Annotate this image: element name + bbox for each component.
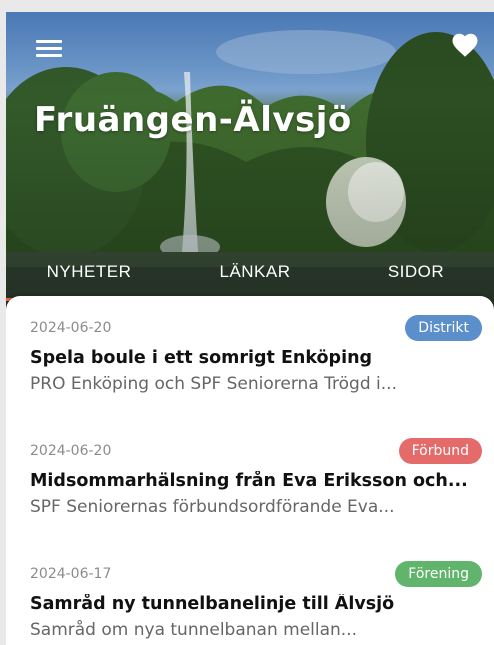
news-item[interactable]: 2024-06-20 Distrikt Spela boule i ett so… [30, 314, 482, 394]
news-meta: 2024-06-17 Förening [30, 560, 482, 588]
news-title: Spela boule i ett somrigt Enköping [30, 348, 373, 368]
page-title: Fruängen-Älvsjö [34, 100, 352, 140]
news-list: 2024-06-20 Distrikt Spela boule i ett so… [6, 296, 494, 645]
category-badge: Förening [395, 561, 482, 587]
tab-label: SIDOR [387, 262, 445, 281]
app-screen: Fruängen-Älvsjö NYHETER LÄNKAR SIDOR 202… [6, 12, 494, 645]
news-title: Samråd ny tunnelbanelinje till Älvsjö [30, 594, 395, 614]
news-date: 2024-06-17 [30, 566, 112, 582]
news-item[interactable]: 2024-06-20 Förbund Midsommarhälsning frå… [30, 437, 482, 517]
news-title: Midsommarhälsning från Eva Eriksson och.… [30, 471, 468, 491]
news-item[interactable]: 2024-06-17 Förening Samråd ny tunnelbane… [30, 560, 482, 640]
news-meta: 2024-06-20 Distrikt [30, 314, 482, 342]
tab-lankar[interactable]: LÄNKAR [172, 246, 338, 298]
news-excerpt: Samråd om nya tunnelbanan mellan... [30, 620, 358, 640]
category-badge: Distrikt [405, 315, 482, 341]
news-date: 2024-06-20 [30, 320, 112, 336]
heart-icon[interactable] [450, 30, 480, 60]
hamburger-menu-icon[interactable] [36, 38, 62, 58]
news-date: 2024-06-20 [30, 443, 112, 459]
tab-sidor[interactable]: SIDOR [338, 246, 494, 298]
tab-label: LÄNKAR [219, 262, 291, 281]
tab-bar: NYHETER LÄNKAR SIDOR [6, 246, 494, 301]
news-excerpt: SPF Seniorernas förbundsordförande Eva..… [30, 497, 395, 517]
news-excerpt: PRO Enköping och SPF Seniorerna Trögd i.… [30, 374, 397, 394]
news-meta: 2024-06-20 Förbund [30, 437, 482, 465]
category-badge: Förbund [398, 438, 482, 464]
header-banner: Fruängen-Älvsjö NYHETER LÄNKAR SIDOR [6, 12, 494, 312]
tab-label: NYHETER [46, 262, 132, 281]
tab-nyheter[interactable]: NYHETER [6, 246, 172, 301]
